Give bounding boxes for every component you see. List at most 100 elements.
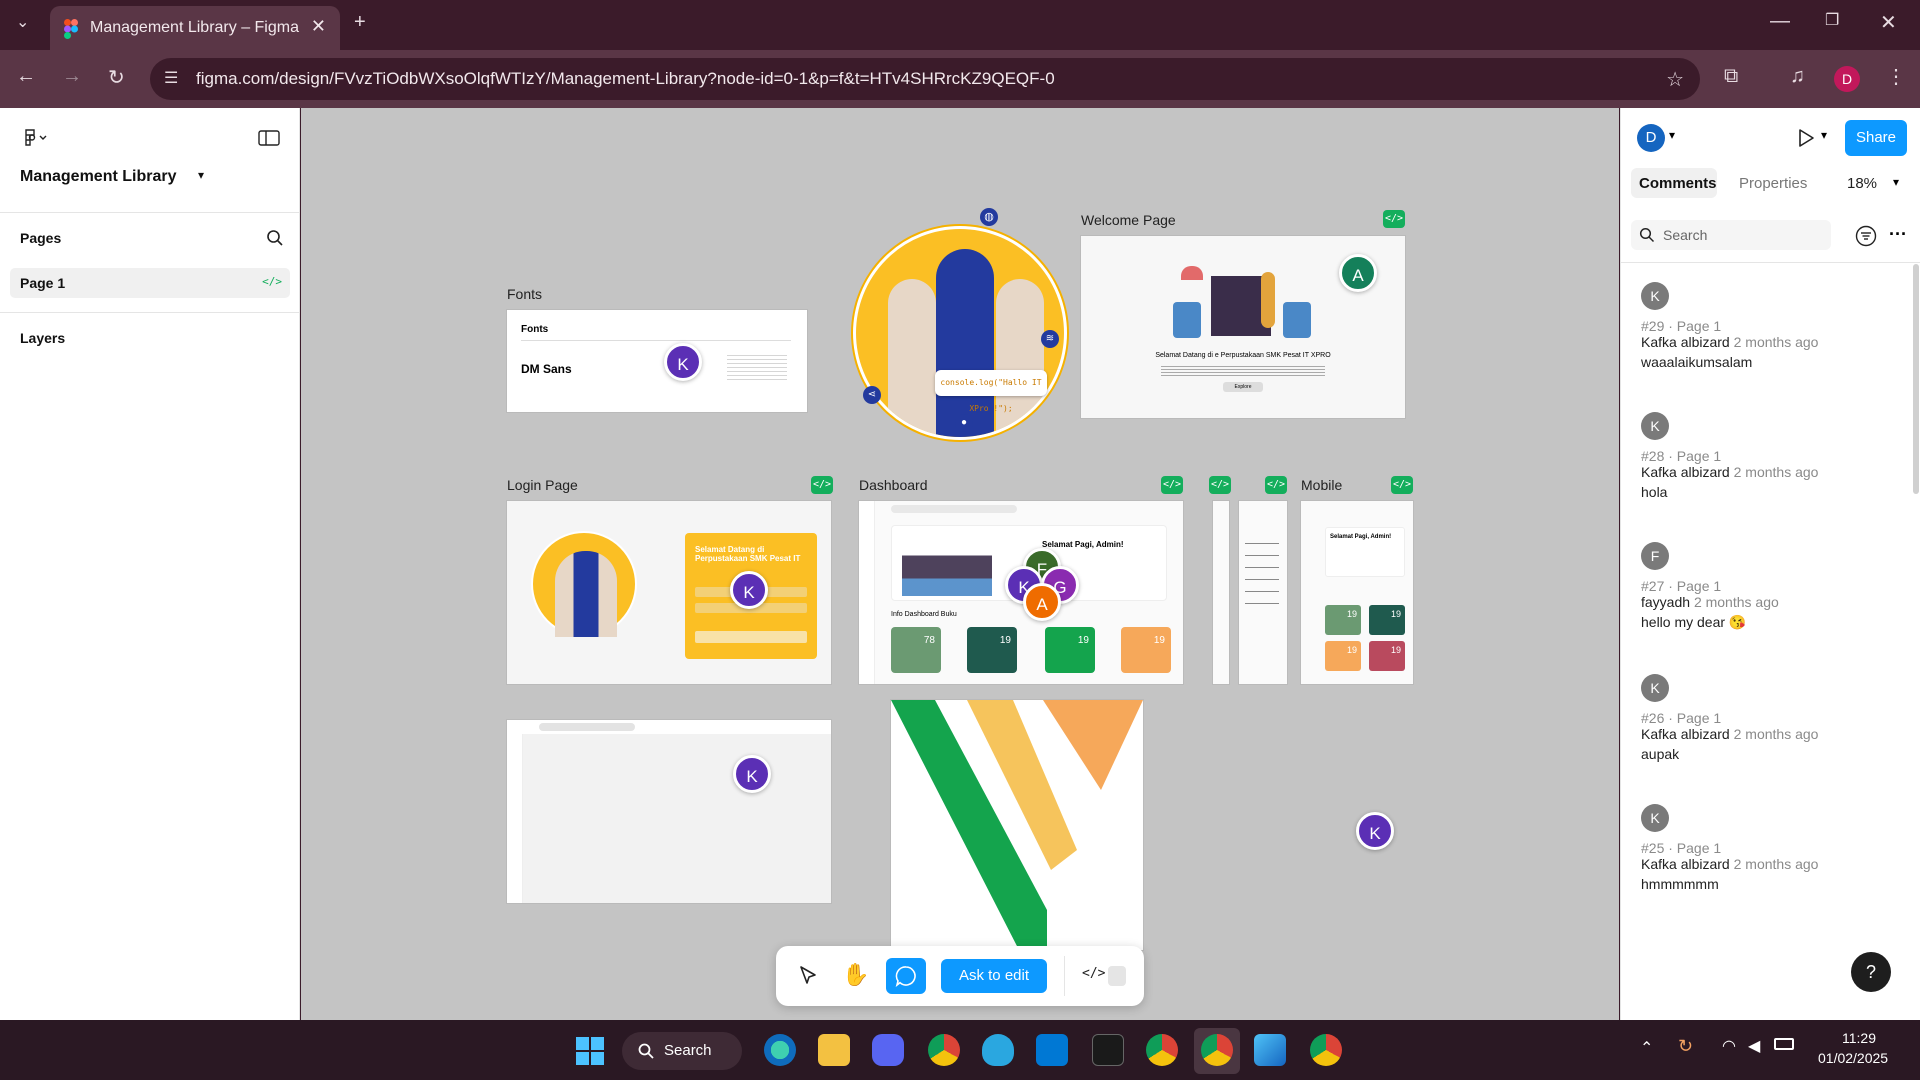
cloud-app-icon[interactable] xyxy=(982,1034,1014,1066)
extensions-icon[interactable]: ⧉ xyxy=(1724,65,1738,88)
comments-scrollbar[interactable] xyxy=(1913,264,1919,494)
bookmark-star-icon[interactable]: ☆ xyxy=(1666,67,1684,92)
discord-icon[interactable] xyxy=(872,1034,904,1066)
new-tab-icon[interactable]: + xyxy=(354,11,366,34)
dashboard-card-1[interactable]: 78 xyxy=(891,627,941,673)
file-name[interactable]: Management Library xyxy=(20,168,176,186)
user-menu-chevron-icon[interactable]: ▾ xyxy=(1669,128,1675,142)
welcome-explore-button[interactable]: Explore xyxy=(1223,382,1263,392)
frame-label-mobile[interactable]: Mobile xyxy=(1301,477,1342,493)
welcome-dev-badge-icon[interactable]: </> xyxy=(1383,210,1405,228)
tab-properties[interactable]: Properties xyxy=(1739,175,1807,192)
figma-canvas[interactable]: Fonts Fonts DM Sans console.log("Hallo I… xyxy=(301,108,1619,1020)
chrome-icon[interactable] xyxy=(928,1034,960,1066)
comment-search-field[interactable]: Search xyxy=(1631,220,1831,250)
current-user-avatar[interactable]: D xyxy=(1637,124,1665,152)
volume-icon[interactable]: ◀ xyxy=(1748,1036,1760,1056)
present-play-icon[interactable] xyxy=(1797,128,1815,148)
dashboard-card-4[interactable]: 19 xyxy=(1121,627,1171,673)
mobile-dev-badge-icon[interactable]: </> xyxy=(1391,476,1413,494)
clock-date[interactable]: 01/02/2025 xyxy=(1818,1050,1888,1066)
sync-icon[interactable]: ↻ xyxy=(1678,1036,1693,1057)
forward-icon[interactable]: → xyxy=(62,65,82,88)
mobile-card-2[interactable]: 19 xyxy=(1369,605,1405,635)
windows-start-icon[interactable] xyxy=(575,1036,605,1066)
dev-mode-switch[interactable] xyxy=(1108,966,1126,986)
search-pages-icon[interactable] xyxy=(266,229,284,247)
help-button[interactable]: ? xyxy=(1851,952,1891,992)
dashboard-card-2[interactable]: 19 xyxy=(967,627,1017,673)
browser-tab[interactable]: Management Library – Figma ✕ xyxy=(50,6,340,50)
clock-time[interactable]: 11:29 xyxy=(1842,1030,1876,1046)
mobile-card-3[interactable]: 19 xyxy=(1325,641,1361,671)
frame-label-welcome[interactable]: Welcome Page xyxy=(1081,212,1176,228)
figma-main-menu-icon[interactable] xyxy=(22,128,50,148)
chrome-secondary-icon[interactable] xyxy=(1310,1034,1342,1066)
photos-icon[interactable] xyxy=(1254,1034,1286,1066)
file-explorer-icon[interactable] xyxy=(818,1034,850,1066)
chrome-profile-icon[interactable] xyxy=(1146,1034,1178,1066)
move-tool-icon[interactable] xyxy=(796,964,820,988)
comment-item[interactable]: K #29 · Page 1 Kafka albizard 2 months a… xyxy=(1641,282,1901,370)
ask-to-edit-button[interactable]: Ask to edit xyxy=(941,959,1047,993)
dashboard-empty-search[interactable] xyxy=(539,723,635,731)
tab-search-chevron-icon[interactable]: ⌄ xyxy=(16,12,29,32)
file-name-chevron-icon[interactable]: ▾ xyxy=(198,168,204,182)
dashboard-card-3[interactable]: 19 xyxy=(1045,627,1095,673)
comment-tool-button[interactable] xyxy=(886,958,926,994)
frame-label-fonts[interactable]: Fonts xyxy=(507,286,542,302)
frame-sidebar-collapsed[interactable] xyxy=(1213,501,1229,684)
login-submit-button[interactable] xyxy=(695,631,807,643)
back-icon[interactable]: ← xyxy=(16,65,36,88)
taskbar-search[interactable]: Search xyxy=(622,1032,742,1070)
hero-illustration[interactable] xyxy=(853,226,1067,440)
window-close-icon[interactable]: ✕ xyxy=(1880,10,1897,35)
frame-login[interactable]: Selamat Datang di Perpustakaan SMK Pesat… xyxy=(507,501,831,684)
tab-comments[interactable]: Comments xyxy=(1631,168,1717,198)
frame-logo[interactable] xyxy=(891,700,1143,950)
share-button[interactable]: Share xyxy=(1845,120,1907,156)
wifi-icon[interactable]: ◠ xyxy=(1722,1036,1736,1056)
profile-avatar[interactable]: D xyxy=(1834,66,1860,92)
comment-item[interactable]: K #26 · Page 1 Kafka albizard 2 months a… xyxy=(1641,674,1901,762)
toggle-sidebar-icon[interactable] xyxy=(258,130,280,146)
frame-sidebar-expanded[interactable] xyxy=(1239,501,1287,684)
dashboard-dev-badge-icon[interactable]: </> xyxy=(1161,476,1183,494)
media-icon[interactable]: ♫ xyxy=(1790,65,1805,88)
mobile-card-4[interactable]: 19 xyxy=(1369,641,1405,671)
edge-icon[interactable] xyxy=(764,1034,796,1066)
site-info-icon[interactable]: ☰ xyxy=(164,68,178,88)
mobile-card-1[interactable]: 19 xyxy=(1325,605,1361,635)
reload-icon[interactable]: ↻ xyxy=(108,65,125,90)
frame-fonts[interactable]: Fonts DM Sans xyxy=(507,310,807,412)
tab-close-icon[interactable]: ✕ xyxy=(311,16,326,37)
battery-icon[interactable] xyxy=(1774,1038,1794,1050)
page-item-page-1[interactable]: Page 1 </> xyxy=(10,268,290,298)
sidebar-collapsed-dev-badge-icon[interactable]: </> xyxy=(1209,476,1231,494)
restore-icon[interactable]: ❐ xyxy=(1825,10,1839,30)
comment-item[interactable]: F #27 · Page 1 fayyadh 2 months ago hell… xyxy=(1641,542,1901,631)
frame-label-dashboard[interactable]: Dashboard xyxy=(859,477,928,493)
minimize-icon[interactable]: — xyxy=(1770,10,1790,33)
hand-tool-icon[interactable]: ✋ xyxy=(842,962,869,988)
filter-icon[interactable] xyxy=(1855,225,1877,247)
dev-mode-toggle-icon[interactable]: </> xyxy=(1082,966,1105,981)
present-chevron-icon[interactable]: ▾ xyxy=(1821,128,1827,142)
dashboard-search-bar[interactable] xyxy=(891,505,1017,513)
vscode-icon[interactable] xyxy=(1036,1034,1068,1066)
comment-item[interactable]: K #28 · Page 1 Kafka albizard 2 months a… xyxy=(1641,412,1901,500)
zoom-level[interactable]: 18% xyxy=(1847,175,1877,192)
frame-mobile[interactable]: Selamat Pagi, Admin! 19 19 19 19 xyxy=(1301,501,1413,684)
more-options-icon[interactable]: ··· xyxy=(1889,224,1907,245)
tray-chevron-icon[interactable]: ⌃ xyxy=(1640,1038,1653,1058)
login-dev-badge-icon[interactable]: </> xyxy=(811,476,833,494)
frame-dashboard-empty[interactable] xyxy=(507,720,831,903)
frame-label-login[interactable]: Login Page xyxy=(507,477,578,493)
comment-item[interactable]: K #25 · Page 1 Kafka albizard 2 months a… xyxy=(1641,804,1901,892)
box-app-icon[interactable] xyxy=(1092,1034,1124,1066)
zoom-chevron-icon[interactable]: ▾ xyxy=(1893,175,1899,189)
url-field[interactable]: ☰ figma.com/design/FVvzTiOdbWXsoOlqfWTIz… xyxy=(150,58,1700,100)
chrome-active-icon[interactable] xyxy=(1201,1034,1233,1066)
browser-menu-icon[interactable]: ⋮ xyxy=(1886,64,1906,89)
sidebar-expanded-dev-badge-icon[interactable]: </> xyxy=(1265,476,1287,494)
